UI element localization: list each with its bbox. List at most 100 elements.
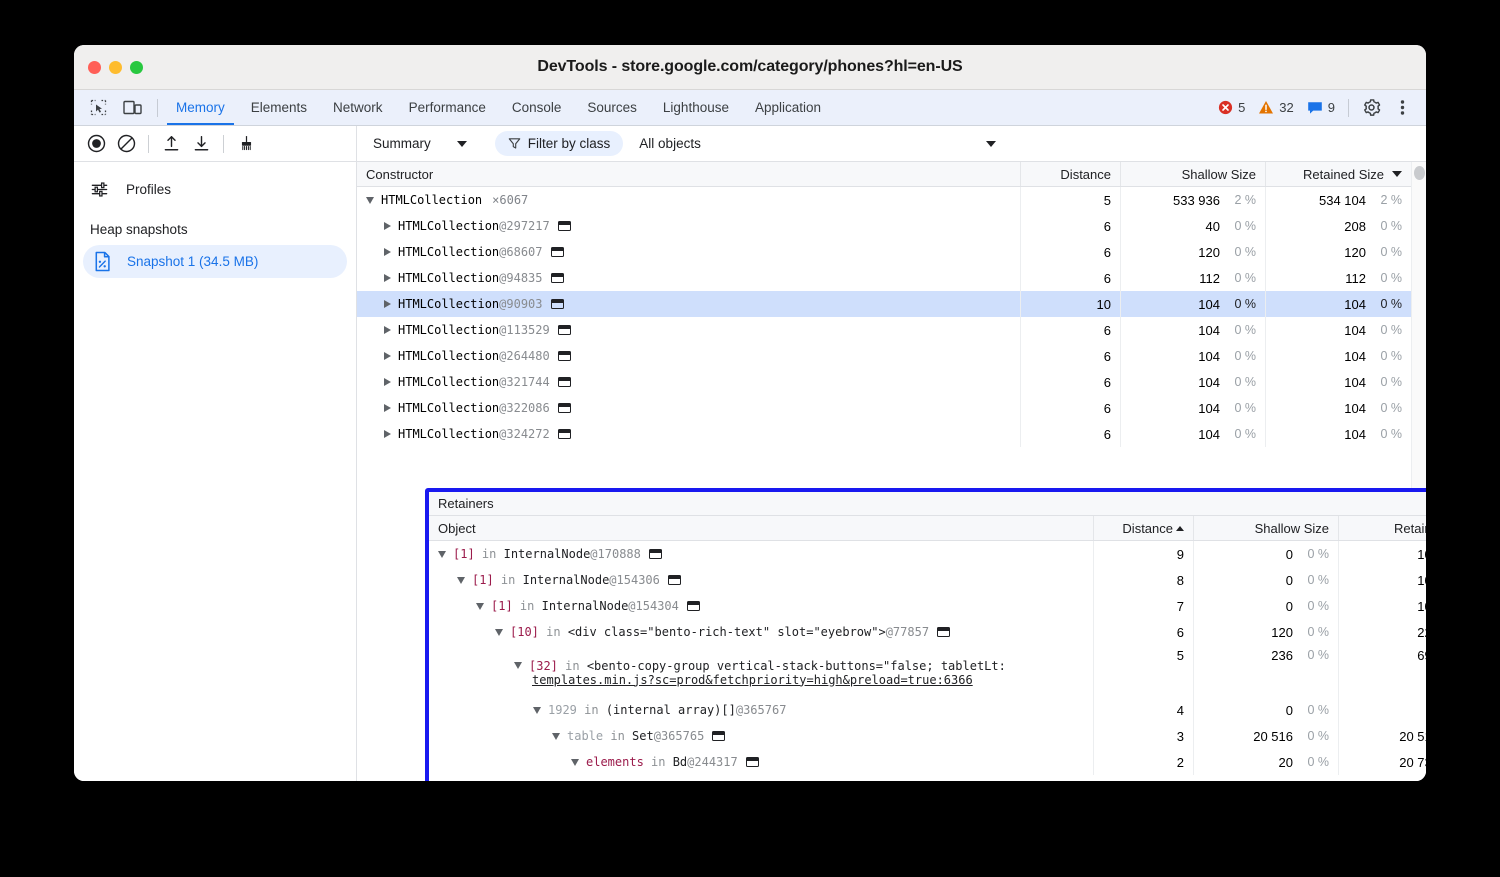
tab-lighthouse[interactable]: Lighthouse xyxy=(650,90,742,125)
column-header-distance[interactable]: Distance xyxy=(1094,516,1194,540)
objects-select-chevron-down-icon[interactable] xyxy=(986,141,996,147)
table-row[interactable]: [1] in InternalNode @154304700 %1040 % xyxy=(429,593,1426,619)
cell-value: 224 xyxy=(1417,625,1426,640)
error-counter[interactable]: 5 xyxy=(1213,100,1250,115)
cell-value: 6 xyxy=(1104,401,1111,416)
sidebar-item-snapshot-1[interactable]: Snapshot 1 (34.5 MB) xyxy=(83,245,347,278)
zoom-window-button[interactable] xyxy=(130,61,143,74)
cell-value: 5 xyxy=(1177,648,1184,663)
cell-percent: 0 % xyxy=(1293,547,1329,561)
close-window-button[interactable] xyxy=(88,61,101,74)
retainer-key: 1929 xyxy=(548,703,577,717)
tabstrip-divider xyxy=(157,99,158,117)
window-object-icon xyxy=(558,221,571,231)
expand-twisty-open-icon[interactable] xyxy=(533,707,541,714)
expand-twisty-closed-icon[interactable] xyxy=(384,222,391,230)
column-header-retained-size[interactable]: Retained Size xyxy=(1339,516,1426,540)
table-row[interactable]: HTMLCollection×60675533 9362 %534 1042 % xyxy=(357,187,1426,213)
object-line: table in Set @365765 xyxy=(552,729,725,743)
expand-twisty-open-icon[interactable] xyxy=(476,603,484,610)
table-row[interactable]: table in Set @365765320 5160 %20 5160 % xyxy=(429,723,1426,749)
expand-twisty-open-icon[interactable] xyxy=(366,197,374,204)
more-vertical-icon[interactable] xyxy=(1388,94,1416,122)
tab-performance[interactable]: Performance xyxy=(396,90,499,125)
column-header-retained-size[interactable]: Retained Size xyxy=(1266,162,1411,186)
tab-elements[interactable]: Elements xyxy=(238,90,320,125)
no-entry-icon[interactable] xyxy=(112,130,140,158)
retainer-value: <div class="bento-rich-text" slot="eyebr… xyxy=(568,625,886,639)
cell-percent: 0 % xyxy=(1366,401,1402,415)
expand-twisty-closed-icon[interactable] xyxy=(384,430,391,438)
table-row[interactable]: [1] in InternalNode @170888900 %1040 % xyxy=(429,541,1426,567)
cell-value: 120 xyxy=(1198,245,1220,260)
table-row[interactable]: elements in Bd @2443172200 %20 7320 % xyxy=(429,749,1426,775)
record-icon[interactable] xyxy=(82,130,110,158)
retainer-in-word: in xyxy=(494,573,523,587)
column-header-object[interactable]: Object xyxy=(429,516,1094,540)
sidebar-item-profiles[interactable]: Profiles xyxy=(74,172,356,206)
retainer-key: [32] xyxy=(529,659,558,673)
objects-select-value[interactable]: All objects xyxy=(639,136,701,151)
table-row[interactable]: HTMLCollection @26448061040 %1040 % xyxy=(357,343,1426,369)
table-row[interactable]: HTMLCollection @32208661040 %1040 % xyxy=(357,395,1426,421)
constructor-cell: HTMLCollection @264480 xyxy=(357,343,1021,369)
download-icon[interactable] xyxy=(187,130,215,158)
table-row[interactable]: HTMLCollection @32427261040 %1040 % xyxy=(357,421,1426,447)
expand-twisty-open-icon[interactable] xyxy=(514,662,522,669)
expand-twisty-closed-icon[interactable] xyxy=(384,274,391,282)
window-object-icon xyxy=(649,549,662,559)
expand-twisty-open-icon[interactable] xyxy=(495,629,503,636)
tab-console[interactable]: Console xyxy=(499,90,575,125)
table-row[interactable]: [10] in <div class="bento-rich-text" slo… xyxy=(429,619,1426,645)
upload-icon[interactable] xyxy=(157,130,185,158)
object-id: @297217 xyxy=(499,219,550,233)
device-toolbar-icon[interactable] xyxy=(118,94,146,122)
object-line: [32] in <bento-copy-group vertical-stack… xyxy=(514,659,1006,673)
table-row[interactable]: HTMLCollection @6860761200 %1200 % xyxy=(357,239,1426,265)
expand-twisty-closed-icon[interactable] xyxy=(384,378,391,386)
table-row[interactable]: [32] in <bento-copy-group vertical-stack… xyxy=(429,645,1426,697)
expand-twisty-closed-icon[interactable] xyxy=(384,326,391,334)
table-row[interactable]: HTMLCollection @32174461040 %1040 % xyxy=(357,369,1426,395)
table-row[interactable]: HTMLCollection @2972176400 %2080 % xyxy=(357,213,1426,239)
view-select-value: Summary xyxy=(373,136,431,151)
retainer-key: elements xyxy=(586,755,644,769)
message-counter[interactable]: 9 xyxy=(1302,100,1340,115)
inspect-element-icon[interactable] xyxy=(84,94,112,122)
expand-twisty-closed-icon[interactable] xyxy=(384,248,391,256)
expand-twisty-closed-icon[interactable] xyxy=(384,352,391,360)
expand-twisty-open-icon[interactable] xyxy=(438,551,446,558)
table-row[interactable]: HTMLCollection @9483561120 %1120 % xyxy=(357,265,1426,291)
minimize-window-button[interactable] xyxy=(109,61,122,74)
table-row[interactable]: HTMLCollection @11352961040 %1040 % xyxy=(357,317,1426,343)
sidebar-section-heap-snapshots: Heap snapshots xyxy=(74,206,356,243)
tab-memory[interactable]: Memory xyxy=(163,90,238,125)
source-link[interactable]: templates.min.js?sc=prod&fetchpriority=h… xyxy=(532,673,973,687)
table-row[interactable]: [1] in InternalNode @154306800 %1040 % xyxy=(429,567,1426,593)
expand-twisty-closed-icon[interactable] xyxy=(384,404,391,412)
view-select[interactable]: Summary xyxy=(367,136,473,151)
cell-value: 208 xyxy=(1344,219,1366,234)
tab-network[interactable]: Network xyxy=(320,90,396,125)
column-header-distance[interactable]: Distance xyxy=(1021,162,1121,186)
collect-garbage-icon[interactable] xyxy=(232,130,260,158)
cell-value: 104 xyxy=(1417,573,1426,588)
column-header-shallow-size[interactable]: Shallow Size xyxy=(1121,162,1266,186)
tab-application[interactable]: Application xyxy=(742,90,834,125)
tab-sources[interactable]: Sources xyxy=(574,90,650,125)
cell-value: 8 xyxy=(1177,573,1184,588)
expand-twisty-open-icon[interactable] xyxy=(571,759,579,766)
expand-twisty-open-icon[interactable] xyxy=(457,577,465,584)
warning-counter[interactable]: 32 xyxy=(1253,100,1298,115)
expand-twisty-open-icon[interactable] xyxy=(552,733,560,740)
window-object-icon xyxy=(558,325,571,335)
filter-by-class-input[interactable]: Filter by class xyxy=(495,131,624,156)
table-row[interactable]: 1929 in (internal array)[] @365767400 %0… xyxy=(429,697,1426,723)
column-header-constructor[interactable]: Constructor xyxy=(357,162,1021,186)
gear-icon[interactable] xyxy=(1357,94,1385,122)
column-header-shallow-size[interactable]: Shallow Size xyxy=(1194,516,1339,540)
expand-twisty-closed-icon[interactable] xyxy=(384,300,391,308)
object-id: @90903 xyxy=(499,297,542,311)
table-row[interactable]: HTMLCollection @90903101040 %1040 % xyxy=(357,291,1426,317)
retainers-rows[interactable]: [1] in InternalNode @170888900 %1040 %[1… xyxy=(429,541,1426,781)
